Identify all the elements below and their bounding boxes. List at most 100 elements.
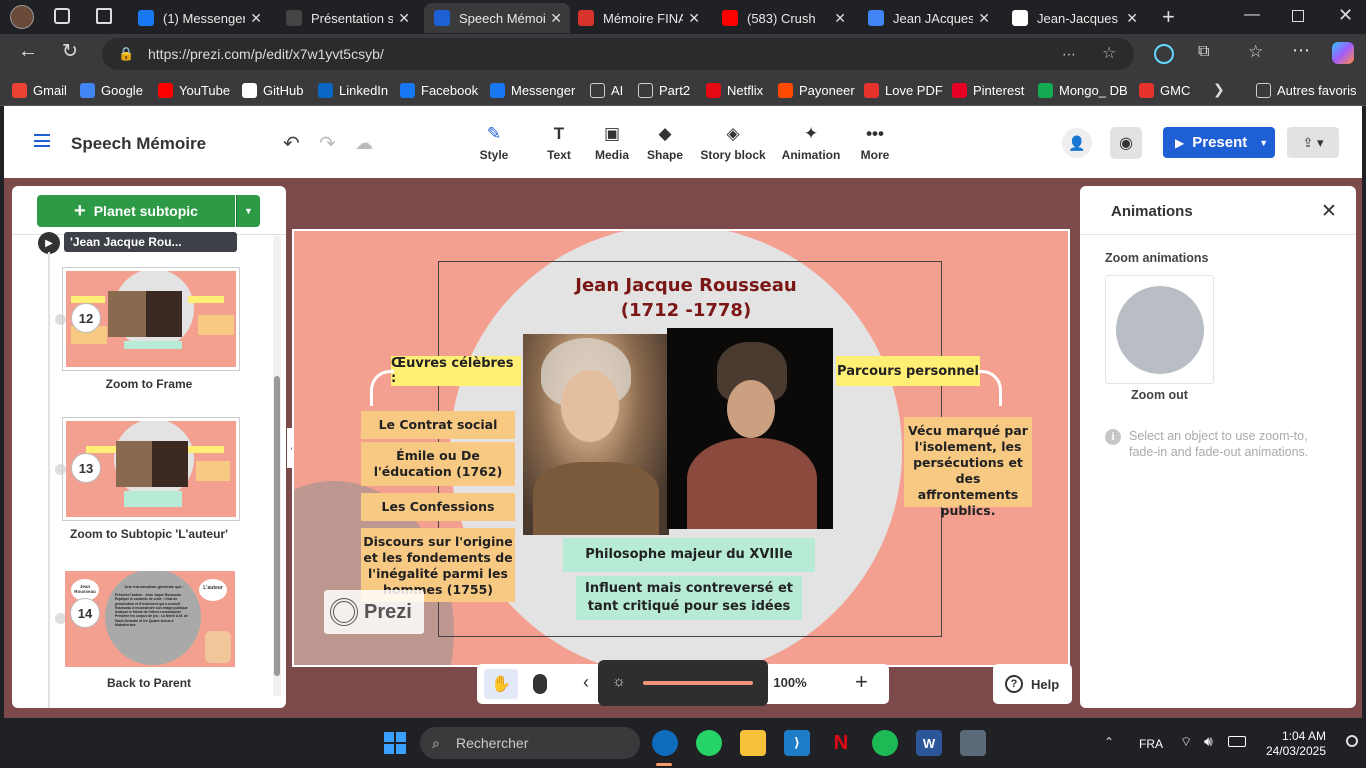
close-tab-icon[interactable]: ✕ — [688, 10, 700, 27]
bookmark-item[interactable]: AI — [590, 74, 623, 106]
chevron-down-icon[interactable]: ▼ — [1259, 138, 1268, 148]
close-tab-icon[interactable]: ✕ — [398, 10, 410, 27]
close-tab-icon[interactable]: ✕ — [550, 10, 562, 27]
add-collaborator-icon[interactable]: 👤 — [1062, 128, 1092, 158]
current-topic-chip[interactable]: 'Jean Jacque Rou... — [64, 232, 237, 252]
scrollbar-thumb[interactable] — [274, 376, 280, 676]
back-icon[interactable]: ← — [18, 40, 38, 63]
word-icon[interactable]: W — [916, 730, 942, 756]
close-tab-icon[interactable]: ✕ — [250, 10, 262, 27]
add-planet-subtopic-button[interactable]: + Planet subtopic — [37, 195, 235, 227]
minimize-icon[interactable]: — — [1244, 6, 1260, 24]
spotify-icon[interactable] — [872, 730, 898, 756]
tool-more[interactable]: ••• More — [830, 124, 920, 162]
bookmark-item[interactable]: Gmail — [12, 74, 67, 106]
frame-thumbnail-12[interactable]: 12 — [62, 267, 240, 371]
bookmark-item[interactable]: YouTube — [158, 74, 230, 106]
clock[interactable]: 1:04 AM 24/03/2025 — [1256, 729, 1326, 759]
wifi-icon[interactable]: ⌔ — [1180, 734, 1192, 750]
caption-philosophe[interactable]: Philosophe majeur du XVIIIe siècle — [563, 538, 815, 596]
bookmark-item[interactable]: Google — [80, 74, 143, 106]
work-item[interactable]: Le Contrat social (1762) — [361, 411, 515, 460]
brightness-slider[interactable] — [643, 681, 753, 685]
scrollbar-track[interactable] — [273, 236, 281, 696]
zoom-out-option[interactable] — [1105, 275, 1214, 384]
volume-icon[interactable]: 🔊︎ — [1204, 733, 1213, 750]
favorites-icon[interactable]: ☆ — [1248, 42, 1263, 62]
windows-start-icon[interactable] — [384, 732, 406, 754]
redo-icon[interactable]: ↷ — [319, 131, 336, 156]
menu-icon[interactable] — [34, 134, 50, 147]
undo-icon[interactable]: ↶ — [283, 131, 300, 156]
close-panel-icon[interactable]: ✕ — [1321, 200, 1337, 223]
workspaces-icon[interactable] — [54, 8, 70, 24]
close-tab-icon[interactable]: ✕ — [834, 10, 846, 27]
react-devtools-icon[interactable] — [1154, 44, 1174, 64]
vscode-icon[interactable]: ⟩ — [784, 730, 810, 756]
restore-icon[interactable] — [1292, 10, 1304, 22]
notifications-icon[interactable] — [1346, 735, 1358, 747]
work-item[interactable]: Émile ou De l'éducation (1762) — [361, 442, 515, 486]
new-tab-icon[interactable]: + — [1162, 4, 1175, 30]
bookmark-item[interactable]: GitHub — [242, 74, 303, 106]
tool-story-block[interactable]: ◈ Story block — [688, 124, 778, 162]
browser-tab[interactable]: (583) Crush ✕ — [712, 3, 854, 33]
previous-icon[interactable]: ‹ — [583, 672, 589, 693]
bookmark-item[interactable]: LinkedIn — [318, 74, 388, 106]
bookmark-item[interactable]: Payoneer — [778, 74, 855, 106]
slide-canvas[interactable]: Jean Jacque Rousseau (1712 -1778) Œuvres… — [292, 229, 1070, 667]
settings-more-icon[interactable]: ⋯ — [1292, 40, 1310, 61]
browser-tab[interactable]: Présentation so ✕ — [276, 3, 418, 33]
favorite-star-icon[interactable]: ☆ — [1102, 38, 1116, 70]
bookmark-item[interactable]: Netflix — [706, 74, 763, 106]
profile-avatar[interactable] — [10, 5, 34, 29]
other-favorites[interactable]: Autres favoris — [1256, 74, 1356, 106]
zoom-in-icon[interactable]: + — [855, 669, 868, 695]
bookmark-item[interactable]: Love PDF — [864, 74, 943, 106]
bookmark-item[interactable]: Mongo_ DB — [1038, 74, 1128, 106]
input-language[interactable]: FRA — [1139, 737, 1163, 751]
netflix-icon[interactable]: N — [828, 730, 854, 756]
browser-tab[interactable]: Jean JAcques Ro ✕ — [858, 3, 998, 33]
reload-icon[interactable]: ↻ — [62, 40, 78, 63]
browser-tab[interactable]: Mémoire FINAL ✕ — [568, 3, 708, 33]
help-button[interactable]: ? Help — [993, 664, 1072, 704]
share-export-button[interactable]: ⇪ ▾ — [1287, 127, 1339, 158]
play-topic-icon[interactable]: ▶ — [38, 232, 60, 254]
copilot-icon[interactable] — [1332, 42, 1354, 64]
close-tab-icon[interactable]: ✕ — [1126, 10, 1138, 27]
mouse-mode-icon[interactable] — [533, 674, 547, 694]
add-options-chevron-icon[interactable]: ▼ — [236, 195, 260, 227]
url-bar[interactable]: 🔒 https://prezi.com/p/edit/x7w1yvt5csyb/… — [102, 38, 1134, 70]
work-item[interactable]: Les Confessions (1782) — [361, 493, 515, 542]
browser-tab[interactable]: (1) Messenger | ✕ — [128, 3, 270, 33]
frame-thumbnail-14[interactable]: Jean Rousseau L'auteur Une introduction … — [62, 568, 240, 672]
browser-tab[interactable]: Speech Mémoire ✕ — [424, 3, 570, 33]
bookmark-item[interactable]: GMC — [1139, 74, 1190, 106]
bookmark-item[interactable]: Messenger — [490, 74, 575, 106]
file-explorer-icon[interactable] — [740, 730, 766, 756]
browser-tab[interactable]: Jean-Jacques Ro ✕ — [1002, 3, 1146, 33]
close-tab-icon[interactable]: ✕ — [978, 10, 990, 27]
portrait-rousseau-1[interactable] — [523, 334, 669, 535]
bookmarks-overflow-icon[interactable]: ❯ — [1213, 81, 1225, 98]
parcours-text[interactable]: Vécu marqué par l'isolement, les persécu… — [904, 417, 1032, 518]
bookmark-item[interactable]: Part2 — [638, 74, 690, 106]
whatsapp-icon[interactable] — [696, 730, 722, 756]
close-window-icon[interactable]: ✕ — [1338, 5, 1353, 26]
caption-influent[interactable]: Influent mais contreversé et tant critiq… — [576, 576, 802, 620]
preview-eye-icon[interactable]: ◉ — [1110, 127, 1142, 159]
taskbar-search[interactable]: ⌕ Rechercher — [420, 727, 640, 759]
bookmark-item[interactable]: Pinterest — [952, 74, 1024, 106]
bookmark-item[interactable]: Facebook — [400, 74, 478, 106]
hand-tool-icon[interactable]: ✋ — [484, 669, 518, 699]
calculator-icon[interactable] — [960, 730, 986, 756]
edge-icon[interactable] — [652, 730, 678, 756]
present-button[interactable]: ▶ Present ▼ — [1163, 127, 1275, 158]
tray-chevron-icon[interactable]: ⌃ — [1104, 735, 1114, 749]
presentation-title[interactable]: Speech Mémoire — [71, 134, 206, 154]
extensions-icon[interactable]: ⧉ — [1198, 43, 1209, 61]
site-info-icon[interactable]: 🔒 — [118, 38, 134, 70]
frame-thumbnail-13[interactable]: 13 — [62, 417, 240, 521]
tab-actions-icon[interactable] — [96, 8, 112, 24]
